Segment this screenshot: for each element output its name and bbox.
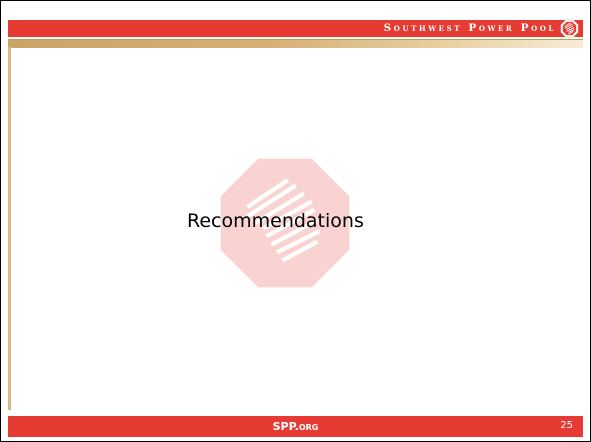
spp-logo-icon — [560, 19, 579, 38]
slide-page: Southwest Power Pool Recommendations SPP… — [0, 0, 591, 442]
left-accent-stripe — [8, 47, 11, 410]
slide-title: Recommendations — [187, 210, 364, 232]
page-number: 25 — [560, 420, 573, 431]
header-title: Southwest Power Pool — [383, 22, 556, 34]
footer-website-label: SPP.org — [272, 420, 319, 433]
gold-divider — [8, 39, 583, 48]
